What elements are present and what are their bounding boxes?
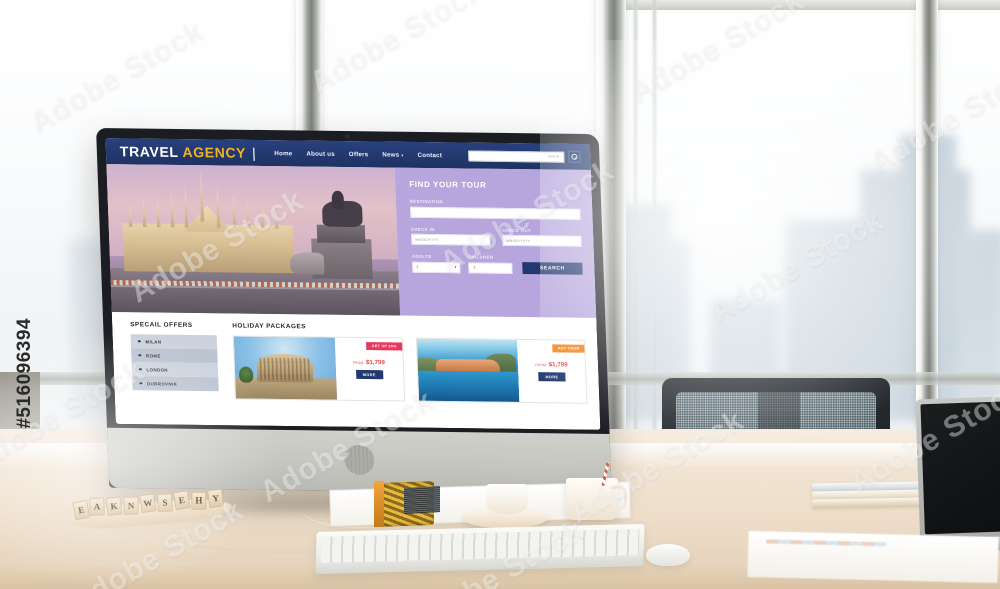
guests-row: ADULTS 1 ▾ CHILDREN 1 SEARCH [412,254,583,275]
checkin-placeholder: MM/DD/YYYY [415,237,439,242]
price-prefix: FROM [535,363,547,368]
screenshot-stage: TRAVEL AGENCY | Home About us Offers News ▾… [0,0,1000,589]
main-navigation: Home About us Offers News ▾ Contact [274,150,442,159]
adults-value: 1 [416,264,419,269]
checkin-input[interactable]: MM/DD/YYYY [411,233,491,246]
checkout-group: CHECK OUT MM/DD/YYYY [501,227,582,247]
letter-block: E [172,490,191,511]
more-button[interactable]: MORE [355,369,383,380]
price-prefix: FROM [352,360,364,366]
mesh-pen-holder [404,486,440,514]
list-item[interactable]: ROME [131,348,218,364]
cup [486,484,528,514]
price-line: FROM $1,799 [352,359,386,367]
package-photo-colosseum [233,336,337,400]
price-value: $1,799 [548,361,568,369]
list-item[interactable]: LONDON [131,362,219,378]
children-group: CHILDREN 1 [467,254,513,274]
special-offers-panel: SPECAIL OFFERS MILAN ROME LONDON DUBROVN… [130,321,219,399]
special-offers-title: SPECAIL OFFERS [130,321,193,329]
price-value: $1,799 [365,359,386,367]
list-item[interactable]: DUBROVNIK [132,376,219,392]
checkin-label: CHECK IN [410,226,435,232]
holiday-packages-title: HOLIDAY PACKAGES [232,322,307,331]
nav-item-offers[interactable]: Offers [349,151,369,158]
status-badge: GET UP 30% [366,342,402,351]
letter-block: A [89,497,105,516]
nav-item-about-us[interactable]: About us [306,150,335,157]
bullet-icon [139,381,143,385]
package-card-row: GET UP 30% FROM $1,799 MORE HOT TOUR FRO… [232,335,588,404]
hero-section: FIND YOUR TOUR DESTINATION CHECK IN MM/D… [106,164,597,318]
adults-select[interactable]: 1 ▾ [412,261,461,273]
search-icon [571,154,577,160]
package-card-dubrovnik[interactable]: HOT TOUR FROM $1,799 MORE [415,337,588,404]
site-logo[interactable]: TRAVEL AGENCY | [120,143,257,161]
price-line: FROM $1,799 [535,361,568,369]
letter-block: S [156,493,173,513]
window-divider [651,0,658,470]
package-photo-dubrovnik [416,338,520,402]
search-button[interactable] [568,150,581,163]
letter-block: H [191,491,207,510]
travel-agency-website: TRAVEL AGENCY | Home About us Offers News ▾… [105,138,601,430]
children-label: CHILDREN [467,254,494,260]
content-section: SPECAIL OFFERS MILAN ROME LONDON DUBROVN… [111,311,600,412]
brand-divider: | [251,144,257,161]
nav-item-contact[interactable]: Contact [417,151,442,158]
checkin-group: CHECK IN MM/DD/YYYY [410,226,491,246]
letter-block: N [123,496,139,515]
adults-label: ADULTS [411,253,432,259]
brand-word-2: AGENCY [182,144,247,161]
date-row: CHECK IN MM/DD/YYYY CHECK OUT MM/DD/YYYY [411,226,582,247]
adults-group: ADULTS 1 ▾ [412,254,461,273]
mug [566,478,627,520]
monitor-screen: TRAVEL AGENCY | Home About us Offers News ▾… [105,138,601,430]
chevron-down-icon: ▾ [401,152,404,158]
duomo-cathedral [121,189,295,273]
brand-word-1: TRAVEL [119,143,179,160]
nav-item-home[interactable]: Home [274,150,292,157]
window-divider [632,0,639,470]
children-input[interactable]: 1 [468,261,513,274]
checkout-input[interactable]: MM/DD/YYYY [502,234,582,247]
stock-id-label: #516096394 [14,318,35,429]
checkout-label: CHECK OUT [501,227,532,233]
bullet-icon [137,339,141,343]
laptop-screen [920,399,1000,535]
destination-input[interactable] [410,206,581,220]
package-card-rome[interactable]: GET UP 30% FROM $1,799 MORE [232,335,405,402]
monitor-logo [343,444,375,476]
desktop-monitor: TRAVEL AGENCY | Home About us Offers News ▾… [96,128,612,494]
search-tours-button[interactable]: SEARCH [522,261,583,275]
letter-block: W [139,493,157,514]
status-badge: HOT TOUR [552,344,585,353]
holiday-packages-panel: HOLIDAY PACKAGES GET UP 30% FROM $1,799 … [232,322,588,404]
equestrian-statue [289,183,381,280]
children-value: 1 [473,265,476,270]
destination-label: DESTINATION [409,198,444,205]
bullet-icon [138,353,142,357]
mouse[interactable] [646,544,690,566]
letter-block: Y [207,488,225,509]
more-button[interactable]: MORE [538,372,566,382]
special-offers-list: MILAN ROME LONDON DUBROVNIK [130,334,219,392]
list-item[interactable]: MILAN [130,334,218,350]
letter-block: K [105,496,123,516]
header-search: Search [468,150,581,163]
chevron-down-icon: ▾ [454,265,457,270]
form-title: FIND YOUR TOUR [409,179,487,190]
search-input[interactable]: Search [468,150,565,163]
nav-item-news[interactable]: News ▾ [382,151,403,158]
webcam-icon [345,134,350,139]
bullet-icon [138,367,142,371]
keyboard[interactable] [315,523,645,575]
search-placeholder: Search [547,154,560,159]
tour-search-form: FIND YOUR TOUR DESTINATION CHECK IN MM/D… [394,167,597,318]
letter-block: E [72,499,91,521]
checkout-placeholder: MM/DD/YYYY [506,238,530,243]
desk-papers-right [747,530,999,584]
hero-image-milan-duomo [106,164,401,316]
laptop-lid [915,394,1000,540]
